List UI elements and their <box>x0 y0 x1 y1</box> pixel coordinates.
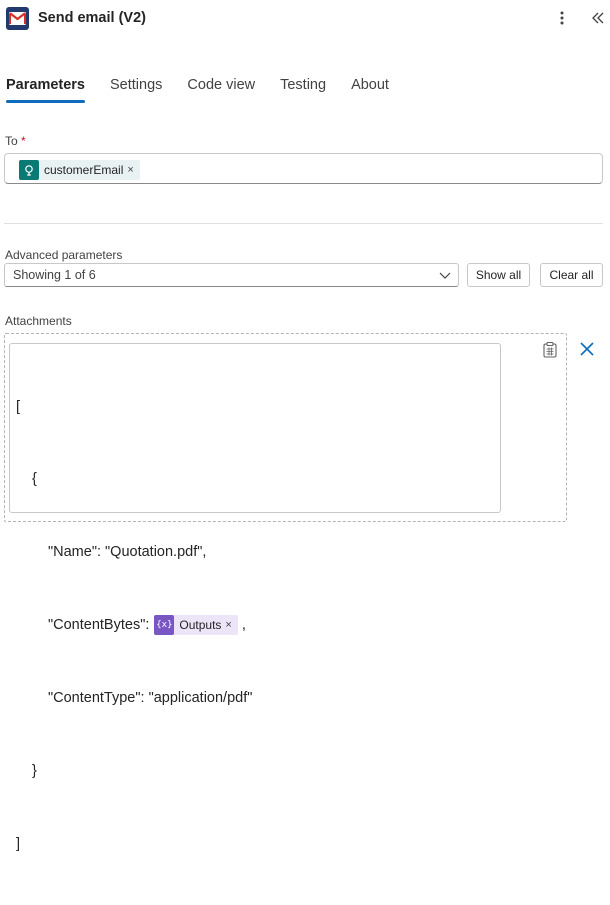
open-bracket: [ <box>16 398 21 415</box>
to-label-text: To <box>5 134 18 148</box>
outputs-token-label: Outputs <box>179 618 222 633</box>
show-all-button[interactable]: Show all <box>467 263 530 287</box>
expression-icon: {x} <box>154 615 175 636</box>
to-field[interactable]: customerEmail × <box>4 153 603 184</box>
chevron-down-icon <box>438 268 452 285</box>
required-marker: * <box>21 134 26 148</box>
tab-code-view[interactable]: Code view <box>187 77 255 103</box>
clipboard-icon[interactable] <box>541 341 559 359</box>
code-line: { <box>16 467 252 491</box>
page-title: Send email (V2) <box>38 10 146 26</box>
tab-about[interactable]: About <box>351 77 389 103</box>
advanced-parameters-label: Advanced parameters <box>5 248 123 262</box>
advanced-parameters-dropdown[interactable]: Showing 1 of 6 <box>4 263 459 287</box>
content-bytes-key: "ContentBytes": <box>48 617 150 634</box>
dynamic-content-icon <box>19 160 39 180</box>
content-type-line: "ContentType": "application/pdf" <box>48 690 253 707</box>
code-line: [ <box>16 395 252 419</box>
customer-email-token[interactable]: customerEmail × <box>19 160 140 180</box>
open-brace: { <box>32 471 37 488</box>
content-bytes-trailer: , <box>241 617 246 634</box>
token-remove-icon[interactable]: × <box>127 164 133 176</box>
attachments-editor[interactable]: [ { "Name": "Quotation.pdf", "ContentByt… <box>9 343 501 852</box>
code-line: "Name": "Quotation.pdf", <box>16 540 252 564</box>
token-remove-icon[interactable]: × <box>225 613 231 637</box>
close-icon[interactable] <box>578 340 596 358</box>
section-divider <box>4 223 603 224</box>
code-line: "ContentBytes": {x} Outputs × , <box>16 613 252 637</box>
tab-bar: Parameters Settings Code view Testing Ab… <box>6 77 414 103</box>
attachments-label: Attachments <box>5 314 72 328</box>
close-brace: } <box>32 763 37 780</box>
tab-parameters[interactable]: Parameters <box>6 77 85 103</box>
clear-all-button[interactable]: Clear all <box>540 263 603 287</box>
gmail-icon <box>6 7 29 30</box>
name-line: "Name": "Quotation.pdf", <box>48 544 207 561</box>
token-label: customerEmail <box>44 163 124 177</box>
to-label: To * <box>5 134 26 148</box>
more-vertical-icon[interactable] <box>554 8 570 28</box>
double-chevron-left-icon[interactable] <box>588 8 608 28</box>
dropdown-value: Showing 1 of 6 <box>13 268 96 282</box>
tab-settings[interactable]: Settings <box>110 77 162 103</box>
outputs-token[interactable]: {x} Outputs × <box>154 613 238 637</box>
code-line: ] <box>16 832 252 856</box>
tab-testing[interactable]: Testing <box>280 77 326 103</box>
code-line: } <box>16 759 252 783</box>
code-line: "ContentType": "application/pdf" <box>16 686 252 710</box>
attachments-code: [ { "Name": "Quotation.pdf", "ContentByt… <box>16 346 252 905</box>
close-bracket: ] <box>16 835 21 852</box>
